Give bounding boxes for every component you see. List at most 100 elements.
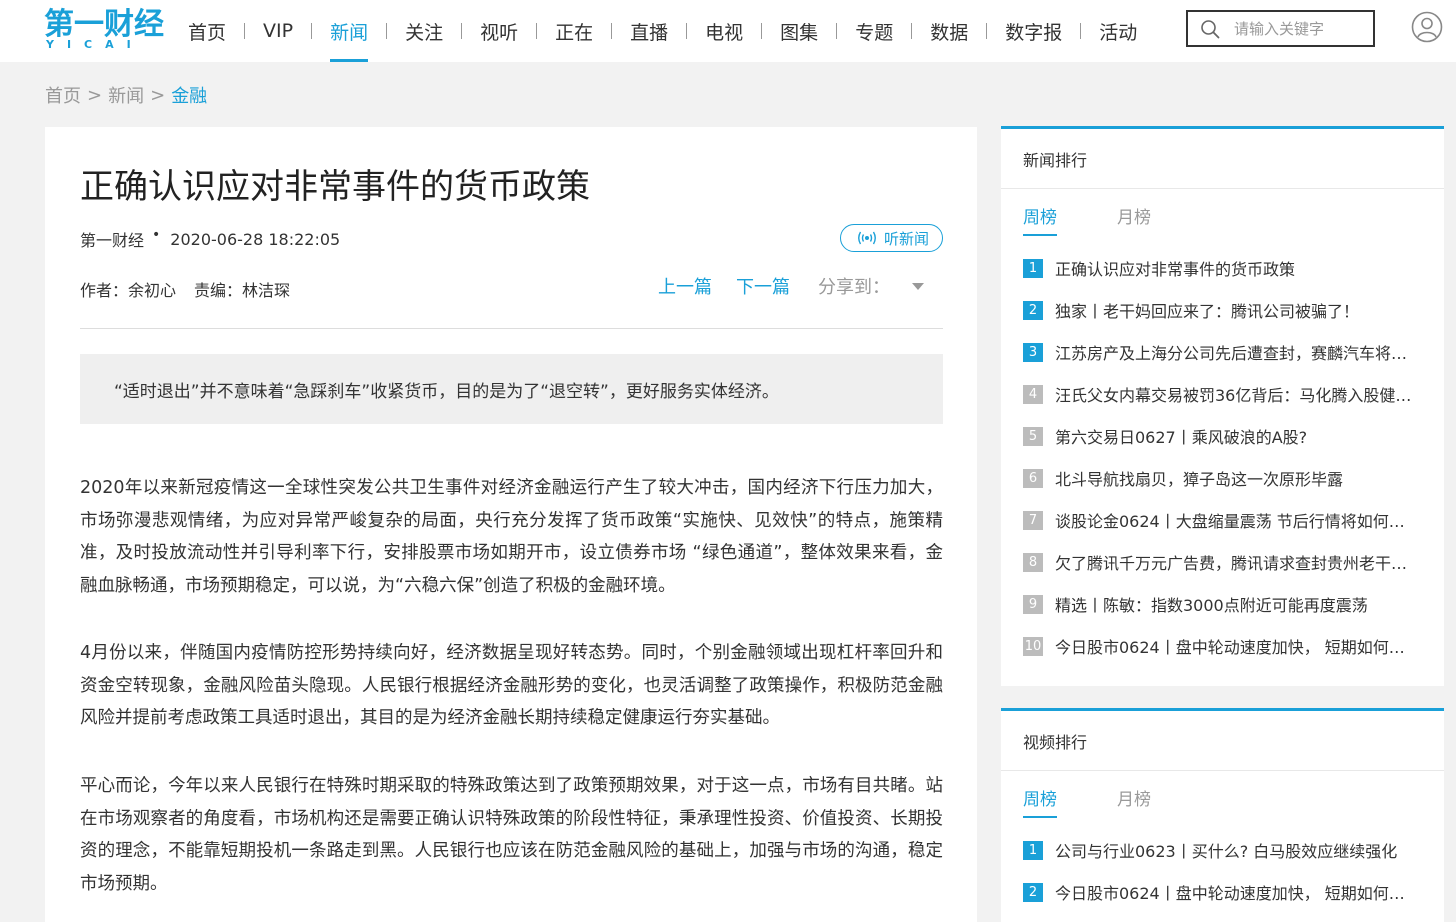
article-paragraph: 4月份以来，伴随国内疫情防控形势持续向好，经济数据呈现好转态势。同时，个别金融领…	[80, 643, 943, 729]
rank-item[interactable]: 3 江苏房产及上海分公司先后遭查封，赛麟汽车将…	[1023, 331, 1444, 373]
rank-number: 8	[1023, 552, 1043, 572]
chevron-down-icon[interactable]	[912, 282, 924, 290]
rank-item[interactable]: 9 精选丨陈敏：指数3000点附近可能再度震荡	[1023, 583, 1444, 625]
rank-title[interactable]: 独家丨老干妈回应来了：腾讯公司被骗了！	[1055, 298, 1359, 322]
rank-item[interactable]: 1 正确认识应对非常事件的货币政策	[1023, 247, 1444, 289]
article-paragraph: 平心而论，今年以来人民银行在特殊时期采取的特殊政策达到了政策预期效果，对于这一点…	[80, 776, 943, 894]
rank-title[interactable]: 公司与行业0623丨买什么? 白马股效应继续强化	[1055, 838, 1397, 862]
listen-news-button[interactable]: 听新闻	[840, 224, 943, 252]
nav-follow[interactable]: 关注	[387, 0, 461, 62]
rank-title[interactable]: 北斗导航找扇贝，獐子岛这一次原形毕露	[1055, 466, 1343, 490]
rank-item[interactable]: 6 北斗导航找扇贝，獐子岛这一次原形毕露	[1023, 457, 1444, 499]
rank-title[interactable]: 汪氏父女内幕交易被罚36亿背后：马化腾入股健…	[1055, 382, 1411, 406]
rank-title[interactable]: 欠了腾讯千万元广告费，腾讯请求查封贵州老干…	[1055, 550, 1407, 574]
nav-tv[interactable]: 电视	[687, 0, 761, 62]
news-rank-tabs: 周榜 月榜	[1001, 189, 1444, 247]
article-nav: 上一篇 下一篇 分享到：	[658, 273, 924, 299]
rank-number: 3	[1023, 342, 1043, 362]
rank-title[interactable]: 正确认识应对非常事件的货币政策	[1055, 256, 1295, 280]
nav-topics[interactable]: 专题	[837, 0, 911, 62]
rank-number: 7	[1023, 510, 1043, 530]
user-icon[interactable]	[1411, 11, 1443, 43]
rank-title[interactable]: 第六交易日0627丨乘风破浪的A股?	[1055, 424, 1307, 448]
rank-number: 2	[1023, 882, 1043, 902]
rank-number: 6	[1023, 468, 1043, 488]
nav-news[interactable]: 新闻	[312, 0, 386, 62]
nav-live[interactable]: 直播	[612, 0, 686, 62]
author-line: 作者：余初心 责编：林洁琛	[80, 277, 290, 301]
rank-number: 1	[1023, 258, 1043, 278]
summary-text: “适时退出”并不意味着“急踩刹车”收紧货币，目的是为了“退空转”，更好服务实体经…	[114, 381, 779, 402]
rank-item[interactable]: 1 公司与行业0623丨买什么? 白马股效应继续强化	[1023, 829, 1444, 871]
video-rank-title: 视频排行	[1001, 711, 1444, 771]
logo-subtext: YICAI	[45, 38, 144, 50]
rank-item[interactable]: 10 今日股市0624丨盘中轮动速度加快， 短期如何…	[1023, 625, 1444, 667]
rank-title[interactable]: 今日股市0624丨盘中轮动速度加快， 短期如何…	[1055, 634, 1405, 658]
rank-item[interactable]: 4 汪氏父女内幕交易被罚36亿背后：马化腾入股健…	[1023, 373, 1444, 415]
rank-number: 2	[1023, 300, 1043, 320]
article-card: 正确认识应对非常事件的货币政策 第一财经 • 2020-06-28 18:22:…	[45, 127, 977, 922]
nav-vip[interactable]: VIP	[245, 0, 311, 62]
search-icon[interactable]	[1200, 19, 1220, 39]
rank-item[interactable]: 8 欠了腾讯千万元广告费，腾讯请求查封贵州老干…	[1023, 541, 1444, 583]
logo-text: 第一财经	[44, 7, 164, 42]
nav-data[interactable]: 数据	[912, 0, 986, 62]
search-box	[1186, 10, 1375, 47]
article-meta: 第一财经 • 2020-06-28 18:22:05	[80, 227, 340, 251]
breadcrumb-home[interactable]: 首页	[45, 82, 81, 108]
article-source: 第一财经	[80, 231, 145, 250]
nav-av[interactable]: 视听	[462, 0, 536, 62]
article-paragraph: 2020年以来新冠疫情这一全球性突发公共卫生事件对经济金融运行产生了较大冲击，国…	[80, 478, 943, 596]
tab-weekly[interactable]: 周榜	[1023, 785, 1057, 818]
rank-item[interactable]: 2 今日股市0624丨盘中轮动速度加快， 短期如何…	[1023, 871, 1444, 913]
rank-number: 1	[1023, 840, 1043, 860]
news-rank-title: 新闻排行	[1001, 129, 1444, 189]
breadcrumb-finance[interactable]: 金融	[171, 82, 207, 108]
nav-home[interactable]: 首页	[170, 0, 244, 62]
top-header: 第一财经 YICAI 首页 VIP 新闻 关注 视听 正在 直播 电视 图集 专…	[0, 0, 1456, 62]
video-rank-panel: 视频排行 周榜 月榜 1 公司与行业0623丨买什么? 白马股效应继续强化 2 今日…	[1001, 708, 1444, 922]
rank-number: 4	[1023, 384, 1043, 404]
tab-monthly[interactable]: 月榜	[1117, 203, 1151, 234]
logo-image: 第一财经 YICAI	[44, 7, 164, 50]
article-datetime: 2020-06-28 18:22:05	[170, 229, 341, 249]
header-divider	[80, 328, 943, 329]
nav-events[interactable]: 活动	[1081, 0, 1155, 62]
share-label: 分享到：	[818, 277, 890, 298]
rank-item[interactable]: 2 独家丨老干妈回应来了：腾讯公司被骗了！	[1023, 289, 1444, 331]
video-rank-list: 1 公司与行业0623丨买什么? 白马股效应继续强化 2 今日股市0624丨盘中轮动…	[1001, 829, 1444, 913]
tab-monthly[interactable]: 月榜	[1117, 785, 1151, 816]
breadcrumb-separator: >	[150, 84, 166, 106]
article-title: 正确认识应对非常事件的货币政策	[80, 167, 590, 207]
rank-item[interactable]: 5 第六交易日0627丨乘风破浪的A股?	[1023, 415, 1444, 457]
news-rank-list: 1 正确认识应对非常事件的货币政策 2 独家丨老干妈回应来了：腾讯公司被骗了！ 3江…	[1001, 247, 1444, 667]
nav-gallery[interactable]: 图集	[762, 0, 836, 62]
nav-epaper[interactable]: 数字报	[987, 0, 1080, 62]
prev-article-link[interactable]: 上一篇	[658, 273, 712, 299]
rank-number: 9	[1023, 594, 1043, 614]
rank-title[interactable]: 江苏房产及上海分公司先后遭查封，赛麟汽车将…	[1055, 340, 1407, 364]
breadcrumb: 首页 > 新闻 > 金融	[45, 82, 207, 108]
search-input[interactable]	[1234, 19, 1364, 38]
article-summary: “适时退出”并不意味着“急踩刹车”收紧货币，目的是为了“退空转”，更好服务实体经…	[80, 354, 943, 424]
main-nav: 首页 VIP 新闻 关注 视听 正在 直播 电视 图集 专题 数据 数字报 活动	[170, 0, 1155, 62]
rank-title[interactable]: 精选丨陈敏：指数3000点附近可能再度震荡	[1055, 592, 1368, 616]
rank-number: 5	[1023, 426, 1043, 446]
news-rank-panel: 新闻排行 周榜 月榜 1 正确认识应对非常事件的货币政策 2 独家丨老干妈回应来了：…	[1001, 126, 1444, 686]
rank-number: 10	[1023, 636, 1043, 656]
breadcrumb-separator: >	[87, 84, 103, 106]
tab-weekly[interactable]: 周榜	[1023, 203, 1057, 236]
meta-dot: •	[152, 227, 161, 243]
article-author: 作者：余初心	[80, 281, 177, 300]
video-rank-tabs: 周榜 月榜	[1001, 771, 1444, 829]
rank-title[interactable]: 今日股市0624丨盘中轮动速度加快， 短期如何…	[1055, 880, 1405, 904]
nav-now[interactable]: 正在	[537, 0, 611, 62]
article-editor: 责编：林洁琛	[194, 281, 291, 300]
rank-title[interactable]: 谈股论金0624丨大盘缩量震荡 节后行情将如何…	[1055, 508, 1405, 532]
listen-news-label: 听新闻	[883, 229, 929, 248]
breadcrumb-news[interactable]: 新闻	[108, 82, 144, 108]
sound-wave-icon	[858, 231, 876, 245]
rank-item[interactable]: 7 谈股论金0624丨大盘缩量震荡 节后行情将如何…	[1023, 499, 1444, 541]
yicai-logo[interactable]: 第一财经 YICAI	[44, 6, 164, 50]
next-article-link[interactable]: 下一篇	[736, 273, 790, 299]
